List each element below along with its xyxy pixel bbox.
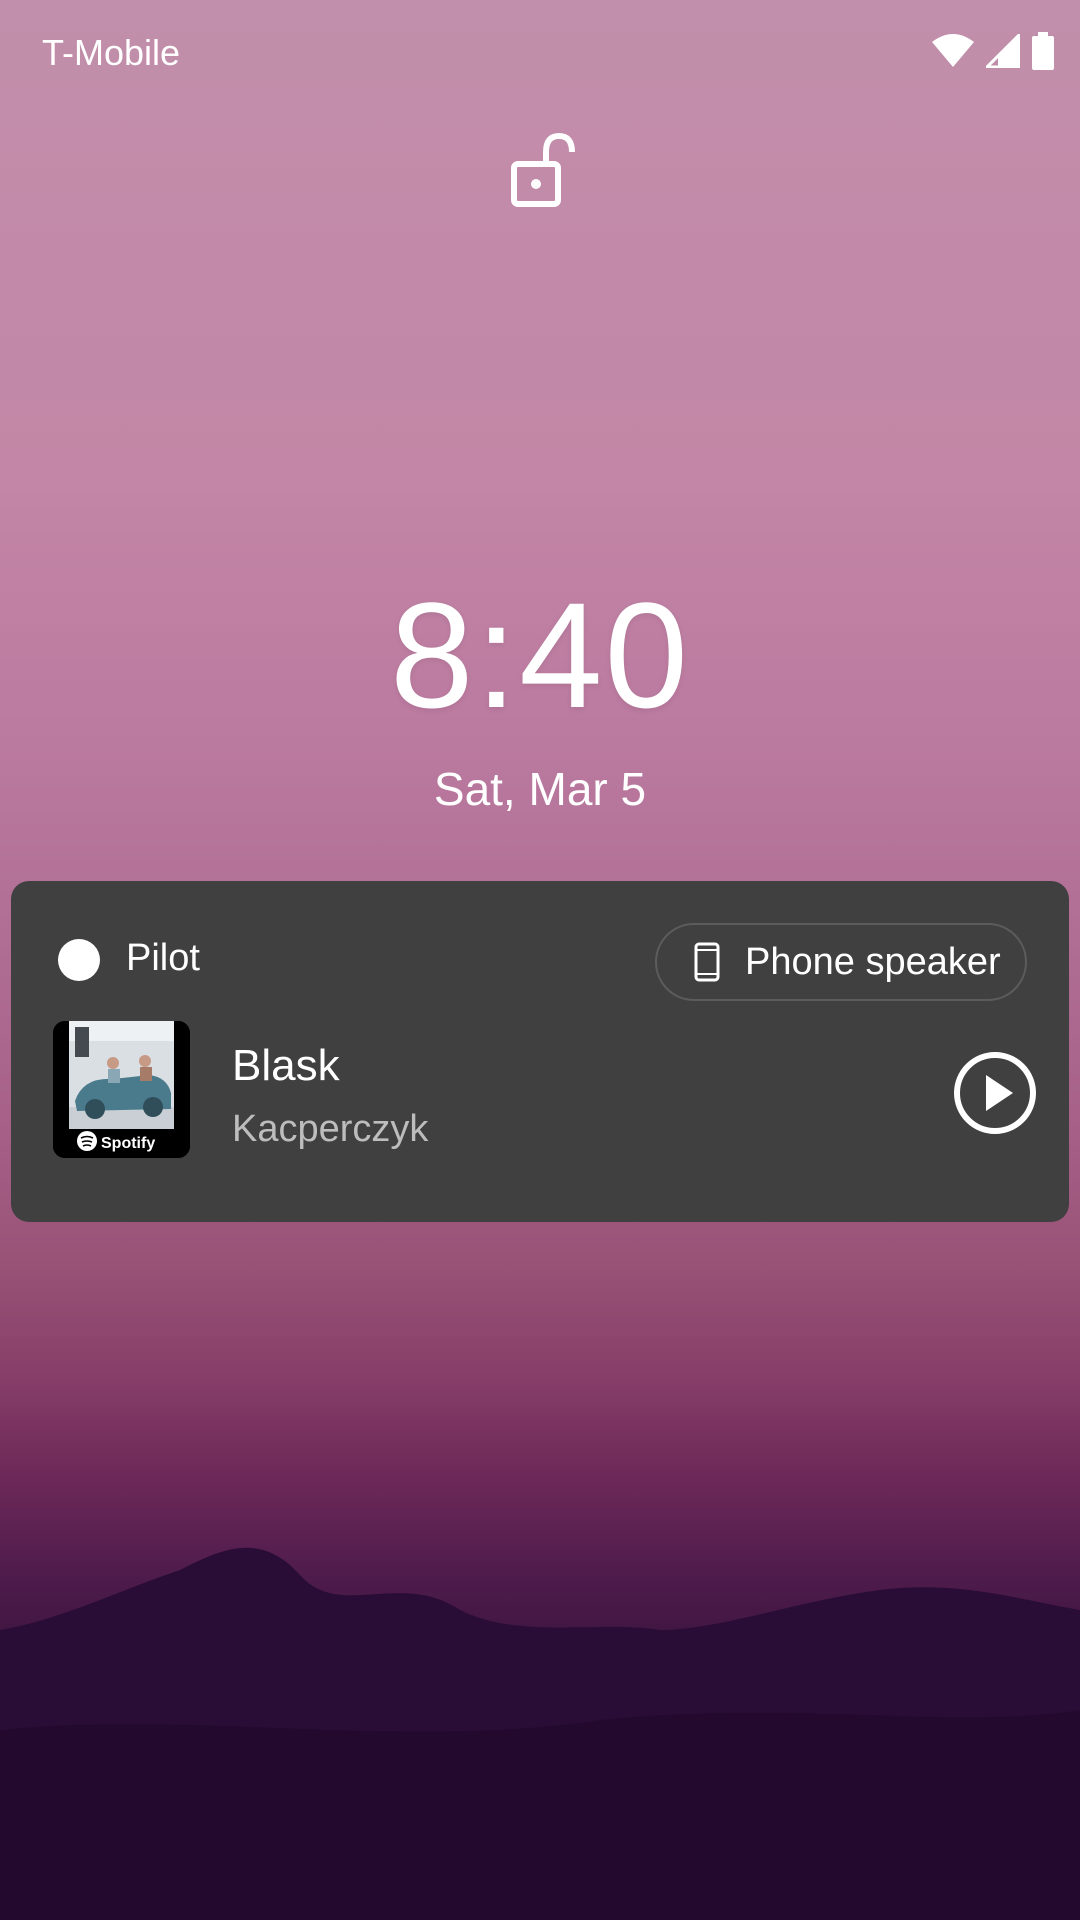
track-artist: Kacperczyk	[232, 1108, 429, 1150]
media-player-card[interactable]: Pilot Phone speaker Spotify Blask Kacper…	[11, 881, 1069, 1222]
output-device-chip[interactable]: Phone speaker	[655, 923, 1027, 1001]
unlocked-padlock-icon[interactable]	[508, 130, 578, 210]
cellular-signal-icon	[986, 34, 1020, 68]
app-icon	[58, 939, 100, 981]
wifi-icon	[932, 34, 974, 67]
lockscreen-clock: 8:40	[390, 571, 690, 739]
status-icons	[932, 30, 1054, 72]
battery-icon	[1032, 32, 1054, 70]
album-cover-image: Spotify	[53, 1021, 190, 1158]
output-device-label: Phone speaker	[745, 940, 1001, 983]
carrier-name: T-Mobile	[42, 32, 181, 73]
status-bar: T-Mobile	[0, 0, 1080, 110]
phone-icon	[694, 942, 720, 982]
album-art: Spotify	[53, 1021, 190, 1158]
wallpaper-hills	[0, 1547, 1080, 1920]
lockscreen-date: Sat, Mar 5	[433, 763, 647, 815]
spotify-badge-text: Spotify	[101, 1135, 155, 1152]
track-title: Blask	[232, 1041, 340, 1090]
media-app-name: Pilot	[126, 937, 200, 979]
play-icon[interactable]	[953, 1051, 1037, 1135]
